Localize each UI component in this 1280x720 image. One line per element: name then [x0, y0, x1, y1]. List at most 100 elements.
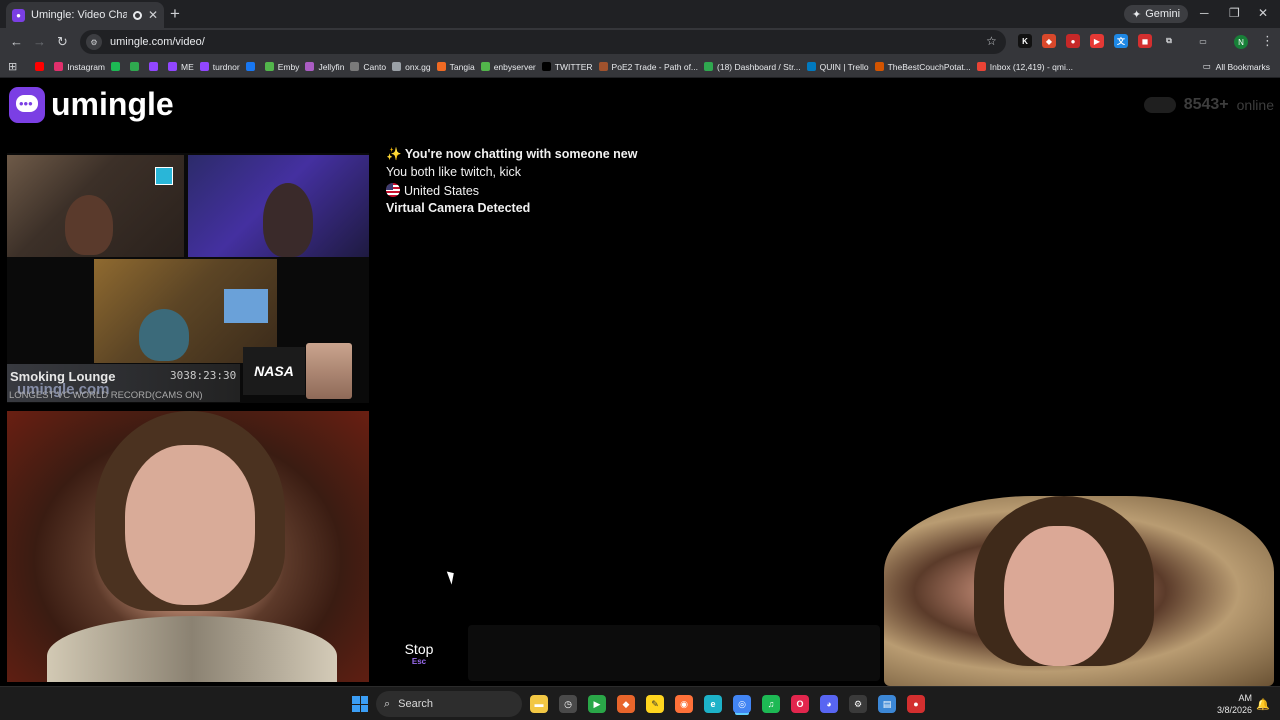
lounge-name: Smoking Lounge — [10, 369, 116, 384]
folder-icon: ▭ — [1202, 61, 1211, 71]
bookmark-item[interactable]: Inbox (12,419) - qmi... — [976, 62, 1079, 72]
close-window-icon[interactable]: ✕ — [1258, 6, 1268, 20]
bookmark-item[interactable]: TWITTER — [541, 62, 599, 72]
bookmark-item[interactable]: enbyserver — [480, 62, 542, 72]
extensions-puzzle-icon[interactable]: ⧉ — [1162, 34, 1176, 48]
umingle-favicon-icon: ● — [12, 8, 25, 22]
stream-cam-tile — [7, 155, 184, 257]
bookmark-item[interactable]: TheBestCouchPotat... — [874, 62, 977, 72]
address-bar[interactable]: ⚙ umingle.com/video/ — [80, 30, 1006, 54]
spotify-icon[interactable]: ♫ — [762, 695, 780, 713]
side-panel-icon[interactable]: ▭ — [1196, 34, 1210, 48]
game-app-icon[interactable]: ◆ — [617, 695, 635, 713]
firefox-icon[interactable]: ◉ — [675, 695, 693, 713]
message-input[interactable] — [468, 625, 880, 681]
minimize-icon[interactable]: ─ — [1200, 6, 1209, 20]
recording-indicator-icon — [132, 10, 142, 20]
clock-app-icon[interactable]: ◷ — [559, 695, 577, 713]
browser-toolbar: ← → ↻ ⚙ umingle.com/video/ ☆ K ◆ ● ▶ 文 ◼… — [0, 28, 1280, 56]
tab-title: Umingle: Video Chat with S — [31, 9, 127, 21]
search-icon: ⌕ — [384, 697, 391, 710]
back-arrow-icon[interactable]: ← — [10, 34, 23, 49]
bookmark-item[interactable]: (18) Dashboard / Str... — [704, 62, 807, 72]
online-counter: 8543+ online — [1143, 96, 1274, 114]
canto-icon — [350, 62, 360, 71]
translate-extension-icon[interactable]: 文 — [1114, 34, 1128, 48]
site-info-icon[interactable]: ⚙ — [86, 34, 102, 50]
stop-button[interactable]: Stop Esc — [376, 625, 462, 681]
notepad-icon[interactable]: ▤ — [878, 695, 896, 713]
new-tab-button[interactable]: + — [170, 4, 180, 24]
bookmark-item[interactable]: ME — [168, 62, 200, 72]
bookmark-item[interactable]: PoE2 Trade - Path of... — [598, 62, 704, 72]
taskbar-search[interactable]: ⌕ Search — [376, 691, 522, 717]
kick-extension-icon[interactable]: K — [1018, 34, 1032, 48]
bookmark-item[interactable] — [111, 62, 130, 71]
browser-menu-icon[interactable]: ⋮ — [1261, 33, 1274, 49]
chat-message-text: You're now chatting with someone new — [404, 147, 638, 161]
bookmark-star-icon[interactable]: ☆ — [986, 34, 997, 48]
browser-tab-umingle[interactable]: ● Umingle: Video Chat with S ✕ — [6, 2, 164, 28]
file-explorer-icon[interactable]: ▬ — [530, 695, 548, 713]
online-count: 8543+ — [1183, 96, 1229, 113]
all-bookmarks-button[interactable]: ▭ All Bookmarks — [1203, 61, 1270, 72]
chat-message-location: United States — [386, 183, 479, 198]
tab-close-icon[interactable]: ✕ — [148, 8, 158, 22]
self-video — [7, 411, 369, 682]
bookmark-item[interactable]: Jellyfin — [305, 62, 350, 72]
shield-extension-icon[interactable]: ◼ — [1138, 34, 1152, 48]
tangia-icon — [436, 62, 446, 71]
opera-icon[interactable]: O — [791, 695, 809, 713]
search-label: Search — [398, 698, 434, 710]
windows-start-icon[interactable] — [352, 696, 368, 712]
online-label: online — [1236, 97, 1274, 113]
badge-icon — [155, 167, 173, 185]
gmail-icon — [976, 62, 986, 71]
lounge-timer: 3038:23:30 — [170, 369, 237, 382]
bookmark-item[interactable]: Canto — [350, 62, 392, 72]
bookmarks-bar: ⊞ Instagram ME turdnor Emby Jellyfin Can… — [0, 56, 1280, 78]
all-bookmarks-label: All Bookmarks — [1215, 61, 1270, 72]
umingle-page: umingle 8543+ online umingle.com Smoking… — [0, 78, 1280, 686]
recorder-app-icon[interactable]: ● — [907, 695, 925, 713]
system-clock[interactable]: AM 3/8/2026 — [1217, 692, 1252, 716]
bookmark-item[interactable]: turdnor — [199, 62, 246, 72]
streamer-silhouette — [139, 309, 189, 361]
online-toggle[interactable] — [1143, 97, 1176, 113]
play-app-icon[interactable]: ▶ — [588, 695, 606, 713]
edge-icon[interactable]: e — [704, 695, 722, 713]
bookmark-item[interactable]: onx.gg — [392, 62, 437, 72]
steam-icon[interactable]: ⚙ — [849, 695, 867, 713]
bookmark-item[interactable]: Emby — [264, 62, 306, 72]
bookmark-item[interactable] — [149, 62, 168, 71]
gemini-button[interactable]: ✦ Gemini — [1124, 5, 1189, 23]
bookmark-item[interactable]: Instagram — [54, 62, 111, 72]
bookmark-item[interactable]: QUIN | Trello — [806, 62, 875, 72]
person-face — [1004, 526, 1114, 666]
bookmark-item[interactable]: Tangia — [436, 62, 481, 72]
forward-arrow-icon[interactable]: → — [33, 34, 46, 49]
fox-extension-icon[interactable]: ◆ — [1042, 34, 1056, 48]
discord-icon[interactable]: ◕ — [820, 695, 838, 713]
chrome-icon[interactable]: ◎ — [733, 695, 751, 713]
self-video-preview — [884, 496, 1274, 686]
apps-grid-icon[interactable]: ⊞ — [8, 60, 23, 73]
chat-message-new: ✨ You're now chatting with someone new — [386, 147, 637, 162]
bookmark-item[interactable] — [245, 62, 265, 71]
notification-bell-icon[interactable]: 🔔 — [1256, 698, 1270, 711]
twitch-icon — [199, 62, 209, 71]
bookmark-item[interactable] — [130, 62, 149, 71]
restore-icon[interactable]: ❐ — [1229, 6, 1240, 20]
umingle-logo[interactable]: umingle — [9, 86, 174, 123]
stop-label: Stop — [404, 640, 434, 657]
twitch-icon — [149, 62, 159, 71]
youtube-extension-icon[interactable]: ▶ — [1090, 34, 1104, 48]
sticky-notes-icon[interactable]: ✎ — [646, 695, 664, 713]
url-text: umingle.com/video/ — [110, 36, 205, 48]
bookmark-item[interactable] — [35, 62, 54, 71]
profile-avatar[interactable]: N — [1234, 35, 1248, 49]
x-twitter-icon — [541, 62, 551, 71]
reload-icon[interactable]: ↻ — [57, 34, 68, 50]
record-extension-icon[interactable]: ● — [1066, 34, 1080, 48]
monitor-screen — [224, 289, 268, 323]
